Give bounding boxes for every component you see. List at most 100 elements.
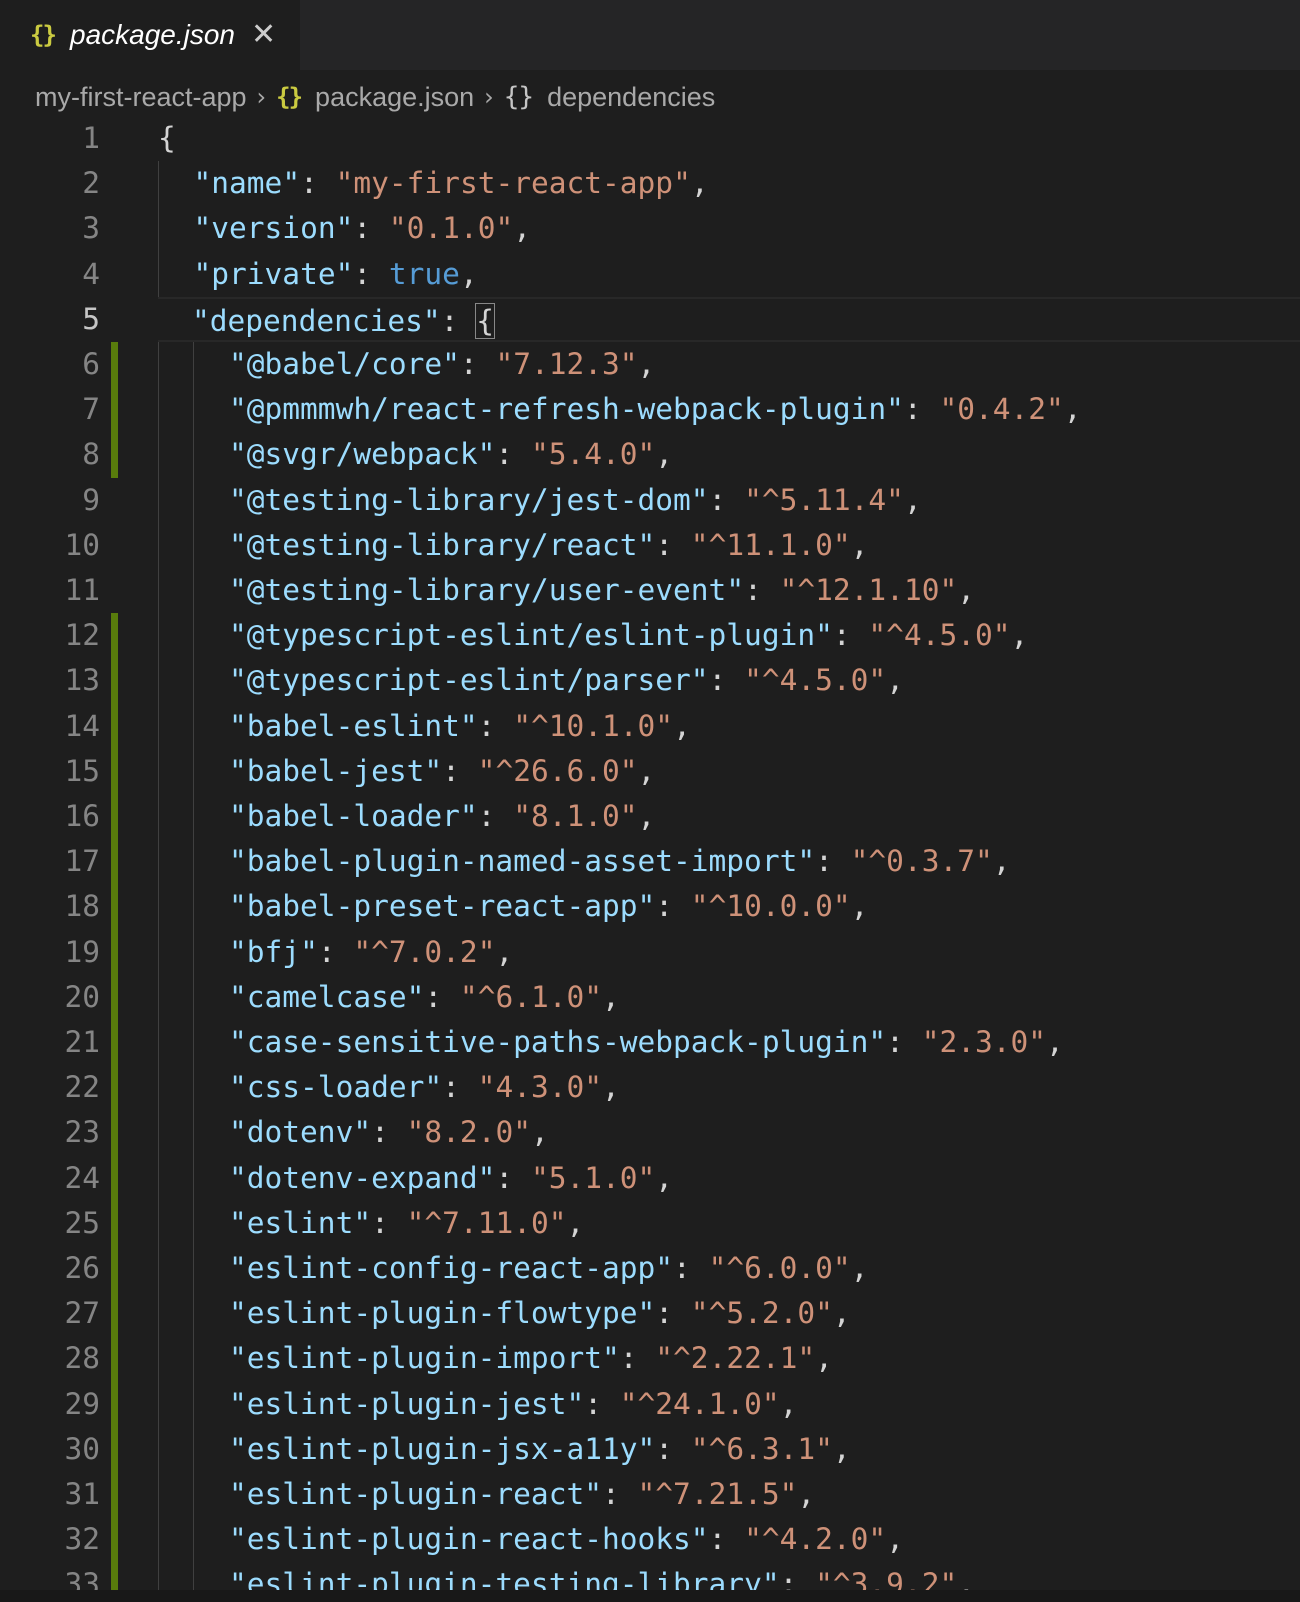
code-line[interactable]: 26 "eslint-config-react-app": "^6.0.0",: [0, 1246, 1300, 1291]
quote: ": [495, 347, 514, 381]
code-line[interactable]: 20 "camelcase": "^6.1.0",: [0, 975, 1300, 1020]
colon: :: [442, 753, 478, 788]
quote: ": [335, 256, 354, 291]
code-line[interactable]: 5"dependencies": {: [158, 296, 1300, 342]
code-line[interactable]: 13 "@typescript-eslint/parser": "^4.5.0",: [0, 658, 1300, 703]
code-line[interactable]: 25 "eslint": "^7.11.0",: [0, 1201, 1300, 1246]
code-line[interactable]: 32 "eslint-plugin-react-hooks": "^4.2.0",: [0, 1517, 1300, 1562]
code-line[interactable]: 8 "@svgr/webpack": "5.4.0",: [0, 432, 1300, 477]
quote: ": [229, 1341, 247, 1376]
comma: ,: [779, 1386, 798, 1421]
quote: ": [832, 889, 851, 924]
code-line[interactable]: 29 "eslint-plugin-jest": "^24.1.0",: [0, 1382, 1300, 1427]
json-string-value: ^26.6.0: [495, 753, 620, 788]
code-line[interactable]: 16 "babel-loader": "8.1.0",: [0, 794, 1300, 839]
quote: ": [619, 799, 638, 833]
line-number: 19: [64, 934, 100, 969]
quote: ": [193, 256, 212, 291]
code-line[interactable]: 27 "eslint-plugin-flowtype": "^5.2.0",: [0, 1291, 1300, 1336]
line-number: 14: [64, 708, 100, 743]
quote: ": [815, 1567, 833, 1590]
line-number: 25: [64, 1205, 100, 1240]
tab-package-json[interactable]: {} package.json ✕: [0, 0, 300, 70]
code-text: "dotenv-expand": "5.1.0",: [229, 1156, 673, 1201]
code-line[interactable]: 1{: [0, 116, 1300, 161]
code-line[interactable]: 14 "babel-eslint": "^10.1.0",: [0, 704, 1300, 749]
diff-added-marker[interactable]: [111, 342, 118, 478]
json-string-value: ^24.1.0: [637, 1386, 762, 1421]
open-brace: {: [158, 121, 176, 155]
json-boolean-value: true: [388, 256, 460, 291]
code-editor[interactable]: 1{2 "name": "my-first-react-app", 3 "versio…: [0, 116, 1300, 1590]
close-icon[interactable]: ✕: [251, 20, 276, 50]
code-line[interactable]: 24 "dotenv-expand": "5.1.0",: [0, 1156, 1300, 1201]
json-key: @testing-library/react: [246, 527, 638, 562]
quote: ": [655, 1341, 674, 1376]
code-line[interactable]: 10 "@testing-library/react": "^11.1.0",: [0, 523, 1300, 568]
comma: ,: [903, 482, 922, 517]
code-line[interactable]: 7 "@pmmmwh/react-refresh-webpack-plugin":…: [0, 387, 1300, 432]
quote: ": [229, 1115, 247, 1150]
colon: :: [673, 1251, 709, 1285]
quote: ": [300, 934, 318, 969]
code-line[interactable]: 19 "bfj": "^7.0.2",: [0, 930, 1300, 975]
quote: ": [229, 799, 247, 833]
json-string-value: ^7.11.0: [424, 1205, 549, 1240]
code-line[interactable]: 11 "@testing-library/user-event": "^12.1.…: [0, 568, 1300, 613]
code-line[interactable]: 28 "eslint-plugin-import": "^2.22.1",: [0, 1336, 1300, 1381]
breadcrumb-item-file[interactable]: package.json: [315, 82, 474, 113]
json-key: @babel/core: [246, 347, 443, 381]
quote: ": [939, 1567, 958, 1590]
quote: ": [655, 708, 674, 743]
code-line[interactable]: 23 "dotenv": "8.2.0",: [0, 1110, 1300, 1155]
code-line[interactable]: 6 "@babel/core": "7.12.3",: [0, 342, 1300, 387]
line-number: 23: [64, 1115, 100, 1150]
code-text: {: [158, 116, 176, 161]
chevron-right-icon: ›: [256, 83, 267, 111]
code-line[interactable]: 9 "@testing-library/jest-dom": "^5.11.4",: [0, 478, 1300, 523]
comma: ,: [832, 1431, 851, 1466]
code-line[interactable]: 31 "eslint-plugin-react": "^7.21.5",: [0, 1472, 1300, 1517]
breadcrumb-item-folder[interactable]: my-first-react-app: [35, 82, 247, 113]
quote: ": [601, 1341, 620, 1376]
colon: :: [371, 1205, 407, 1240]
code-line[interactable]: 15 "babel-jest": "^26.6.0",: [0, 749, 1300, 794]
breadcrumb-item-symbol[interactable]: dependencies: [547, 82, 715, 113]
json-key: @pmmmwh/react-refresh-webpack-plugin: [246, 392, 887, 427]
code-line[interactable]: 17 "babel-plugin-named-asset-import": "^0…: [0, 839, 1300, 884]
json-string-value: ^4.2.0: [761, 1522, 869, 1557]
code-line[interactable]: 4 "private": true,: [0, 252, 1300, 297]
colon: :: [495, 1160, 531, 1195]
code-text: "eslint-plugin-react-hooks": "^4.2.0",: [229, 1517, 904, 1562]
quote: ": [584, 1477, 602, 1511]
comma: ,: [850, 1251, 869, 1285]
quote: ": [477, 934, 496, 969]
line-number: 18: [64, 889, 100, 924]
json-string-value: 5.1.0: [548, 1160, 638, 1195]
code-line[interactable]: 18 "babel-preset-react-app": "^10.0.0",: [0, 884, 1300, 929]
line-number: 1: [82, 121, 100, 155]
quote: ": [815, 1296, 833, 1331]
code-line[interactable]: 3 "version": "0.1.0",: [0, 206, 1300, 251]
code-line[interactable]: 21 "case-sensitive-paths-webpack-plugin":…: [0, 1020, 1300, 1065]
comma: ,: [566, 1205, 585, 1240]
code-text: "babel-plugin-named-asset-import": "^0.3…: [229, 839, 1011, 884]
code-line[interactable]: 22 "css-loader": "4.3.0",: [0, 1065, 1300, 1110]
code-line[interactable]: 30 "eslint-plugin-jsx-a11y": "^6.3.1",: [0, 1427, 1300, 1472]
code-text: "@testing-library/jest-dom": "^5.11.4",: [229, 478, 922, 523]
line-number: 17: [64, 844, 100, 879]
json-string-value: my-first-react-app: [353, 166, 674, 201]
code-line[interactable]: 12 "@typescript-eslint/eslint-plugin": "^…: [0, 613, 1300, 658]
quote: ": [229, 1296, 247, 1331]
quote: ": [193, 166, 212, 201]
quote: ": [229, 1567, 247, 1590]
code-line[interactable]: 33 "eslint-plugin-testing-library": "^3.9…: [0, 1562, 1300, 1590]
quote: ": [690, 527, 709, 562]
json-file-icon: {}: [276, 83, 303, 111]
quote: ": [744, 663, 762, 698]
quote: ": [229, 1522, 247, 1557]
quote: ": [406, 1205, 425, 1240]
diff-added-marker[interactable]: [111, 613, 118, 1590]
code-line[interactable]: 2 "name": "my-first-react-app",: [0, 161, 1300, 206]
horizontal-scrollbar[interactable]: [0, 1590, 1300, 1602]
